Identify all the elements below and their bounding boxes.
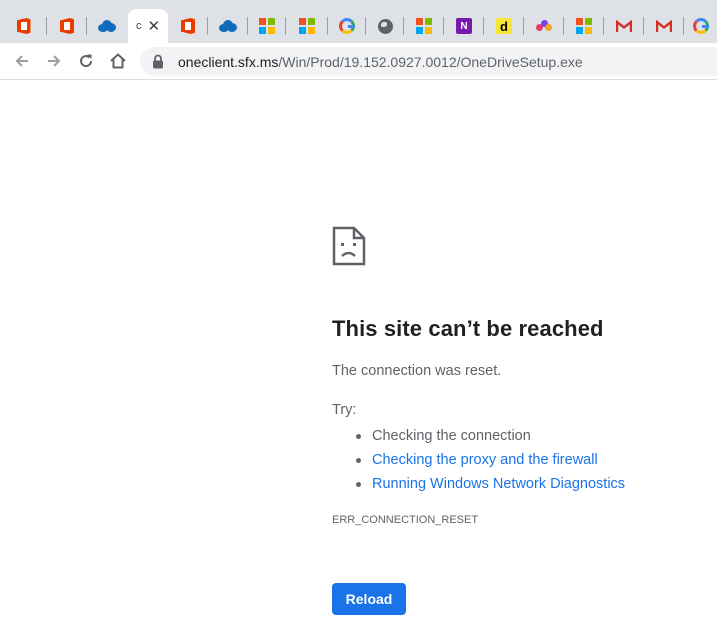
sad-page-icon [332,226,366,266]
tab-gmail-2[interactable] [644,9,684,43]
home-icon [110,53,126,69]
reload-icon [80,54,93,68]
gmail-icon [616,19,632,33]
lock-icon[interactable] [152,54,166,70]
microsoft-icon [576,18,592,34]
google-icon [692,18,709,34]
dots-icon [536,20,552,32]
onedrive-cloud-icon [97,20,116,32]
reload-toolbar-button[interactable] [74,49,98,73]
try-label: Try: [332,402,357,418]
tab-microsoft-4[interactable] [564,9,604,43]
tab-office-3[interactable] [168,9,208,43]
tab-onenote[interactable]: N [444,9,484,43]
forward-arrow-icon [48,55,61,67]
active-tab-title: c [135,20,142,32]
suggestion-check-connection: Checking the connection [356,424,625,448]
globe-icon [377,18,393,34]
tab-active[interactable]: c ✕ [128,9,168,43]
office-icon [16,18,31,34]
tab-microsoft-2[interactable] [286,9,328,43]
suggestion-network-diagnostics-link[interactable]: Running Windows Network Diagnostics [356,472,625,496]
microsoft-icon [299,18,315,34]
tab-d[interactable]: d [484,9,524,43]
microsoft-icon [259,18,275,34]
d-icon: d [496,18,512,34]
error-title: This site can’t be reached [332,316,604,341]
tab-google-2[interactable] [684,9,717,43]
tab-microsoft-1[interactable] [248,9,286,43]
office-icon [181,18,195,34]
tab-globe[interactable] [366,9,404,43]
address-bar[interactable]: oneclient.sfx.ms/Win/Prod/19.152.0927.00… [140,47,717,76]
suggestion-list: Checking the connection Checking the pro… [356,424,625,496]
url-host: oneclient.sfx.ms [178,53,279,70]
forward-button[interactable] [42,49,66,73]
tab-dots[interactable] [524,9,564,43]
onedrive-cloud-icon [219,20,237,32]
suggestion-check-proxy-link[interactable]: Checking the proxy and the firewall [356,448,625,472]
browser-toolbar: oneclient.sfx.ms/Win/Prod/19.152.0927.00… [0,43,717,80]
home-button[interactable] [106,49,130,73]
tab-onedrive-2[interactable] [208,9,248,43]
google-icon [339,18,355,34]
error-code: ERR_CONNECTION_RESET [332,514,479,526]
url-path: /Win/Prod/19.152.0927.0012/OneDriveSetup… [278,53,583,70]
address-url[interactable]: oneclient.sfx.ms/Win/Prod/19.152.0927.00… [178,54,583,70]
back-button[interactable] [10,49,34,73]
gmail-icon [656,19,672,33]
tab-office-1[interactable] [0,9,47,43]
onenote-icon: N [456,18,472,34]
tab-google-1[interactable] [328,9,366,43]
tab-microsoft-3[interactable] [404,9,444,43]
office-icon [60,18,74,34]
reload-button[interactable]: Reload [332,583,406,615]
tab-strip: c ✕ N d [0,0,717,43]
tab-gmail-1[interactable] [604,9,644,43]
microsoft-icon [416,18,432,34]
error-description: The connection was reset. [332,363,502,379]
error-page: This site can’t be reached The connectio… [0,81,717,623]
tab-onedrive-1[interactable] [87,9,126,43]
back-arrow-icon [15,55,28,67]
close-tab-icon[interactable]: ✕ [147,19,160,34]
tab-office-2[interactable] [47,9,87,43]
